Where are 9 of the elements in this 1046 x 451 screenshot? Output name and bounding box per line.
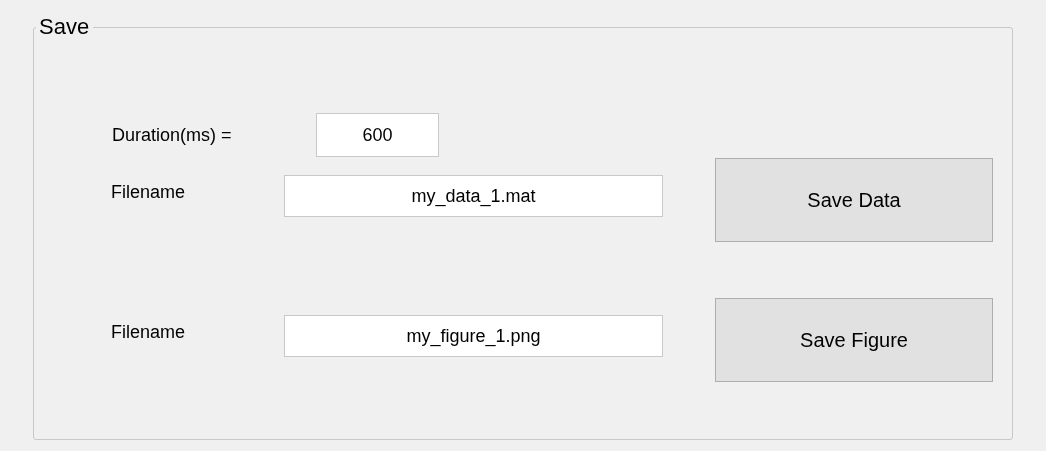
filename-field[interactable]: my_figure_1.png xyxy=(284,315,663,357)
save-button[interactable]: Save Data xyxy=(715,158,993,242)
group-title: Save xyxy=(38,14,91,40)
filename-label: Filename xyxy=(111,320,187,344)
filename-label: Filename xyxy=(111,180,187,204)
save-button[interactable]: Save Figure xyxy=(715,298,993,382)
duration-label: Duration(ms) = xyxy=(112,123,233,147)
duration-field[interactable]: 600 xyxy=(316,113,439,157)
filename-field[interactable]: my_data_1.mat xyxy=(284,175,663,217)
